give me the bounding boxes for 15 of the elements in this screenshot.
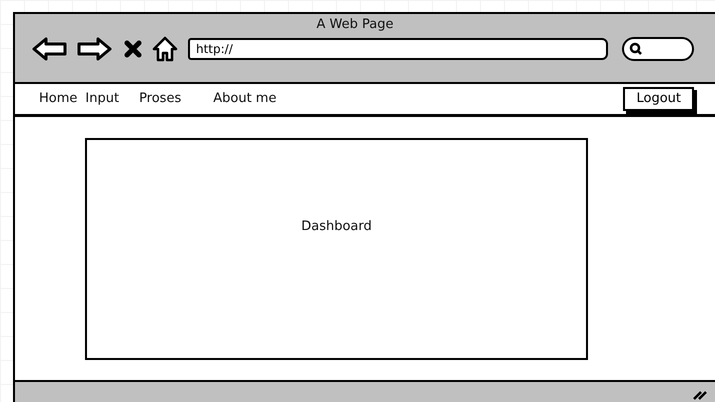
forward-icon[interactable] [76,37,112,61]
logout-button[interactable]: Logout [623,87,694,111]
nav-link[interactable]: Input [83,89,122,109]
nav-link[interactable]: Home [37,89,80,109]
url-field[interactable]: http:// [188,38,608,60]
nav-link[interactable]: About me [211,89,278,109]
panel-label: Dashboard [301,218,372,236]
nav-link[interactable]: Proses [137,89,184,109]
search-icon [629,42,643,56]
window-title: A Web Page [316,16,394,33]
home-icon[interactable] [152,36,178,62]
close-icon[interactable] [124,40,142,58]
search-field[interactable] [622,37,694,61]
back-icon[interactable] [32,37,68,61]
resize-grip-icon[interactable] [693,388,707,400]
